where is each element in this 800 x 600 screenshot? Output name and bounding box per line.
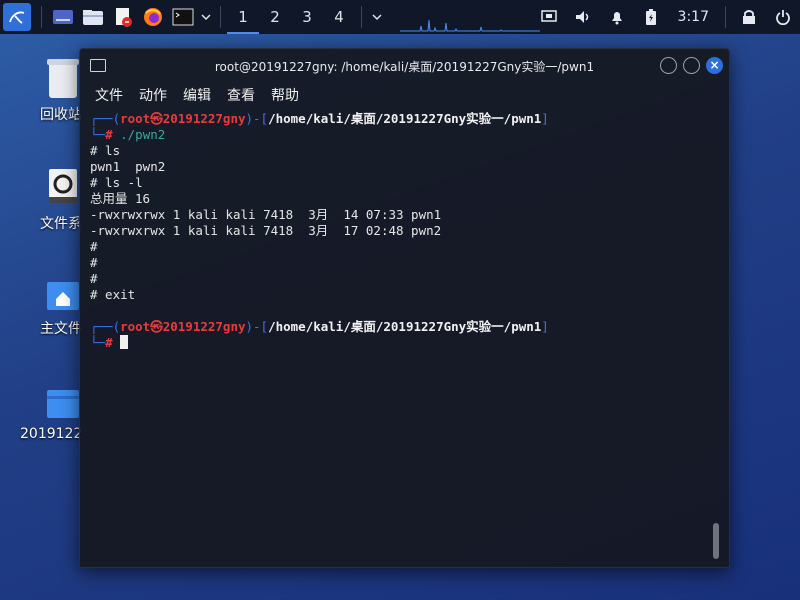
battery-icon[interactable] <box>634 0 668 34</box>
prompt-path: /home/kali/桌面/20191227Gny实验一/pwn1 <box>268 319 542 334</box>
prompt-frame: ] <box>541 319 549 334</box>
output-line: # <box>90 271 98 286</box>
output-line: pwn1 pwn2 <box>90 159 166 174</box>
terminal-titlebar[interactable]: root@20191227gny: /home/kali/桌面/20191227… <box>80 49 729 83</box>
prompt-frame: ] <box>541 111 549 126</box>
menu-actions[interactable]: 动作 <box>139 85 167 105</box>
terminal-output[interactable]: ┌──(root㉿20191227gny)-[/home/kali/桌面/201… <box>90 111 715 567</box>
desktop-folder-label: 2019122 <box>20 426 83 442</box>
top-panel: 1 2 3 4 3:17 <box>0 0 800 34</box>
panel-separator <box>725 6 726 28</box>
text-cursor <box>120 335 129 349</box>
terminal-window[interactable]: root@20191227gny: /home/kali/桌面/20191227… <box>79 48 730 568</box>
menu-file[interactable]: 文件 <box>95 85 123 105</box>
menu-edit[interactable]: 编辑 <box>183 85 211 105</box>
maximize-button[interactable] <box>683 57 700 74</box>
volume-icon[interactable] <box>566 0 600 34</box>
prompt-frame: └─ <box>90 127 106 142</box>
output-line: # <box>90 255 98 270</box>
desktop-filesystem[interactable]: 文件系 <box>0 165 82 233</box>
workspace-1[interactable]: 1 <box>227 0 259 34</box>
desktop-home[interactable]: 主文件 <box>0 278 82 338</box>
prompt-user: root㉿20191227gny <box>120 319 246 334</box>
firefox-icon[interactable] <box>138 0 168 34</box>
menu-view[interactable]: 查看 <box>227 85 255 105</box>
window-title: root@20191227gny: /home/kali/桌面/20191227… <box>214 60 595 74</box>
prompt-symbol: # <box>105 335 113 350</box>
drive-icon <box>49 169 77 203</box>
menu-help[interactable]: 帮助 <box>271 85 299 105</box>
clock[interactable]: 3:17 <box>668 9 719 25</box>
folder-icon <box>47 390 79 418</box>
file-manager-icon[interactable] <box>78 0 108 34</box>
workspace-3[interactable]: 3 <box>291 0 323 34</box>
prompt-user: root㉿20191227gny <box>120 111 246 126</box>
output-line: -rwxrwxrwx 1 kali kali 7418 3月 14 07:33 … <box>90 207 442 222</box>
chevron-down-icon[interactable] <box>198 0 214 34</box>
lock-icon[interactable] <box>732 0 766 34</box>
panel-separator <box>361 6 362 28</box>
power-icon[interactable] <box>766 0 800 34</box>
desktop-trash[interactable]: 回收站 <box>0 56 82 124</box>
terminal-icon[interactable] <box>168 0 198 34</box>
output-line: # <box>90 239 98 254</box>
prompt-frame: )-[ <box>245 111 269 126</box>
prompt-frame: ┌──( <box>90 319 121 334</box>
desktop-folder[interactable]: 2019122 <box>0 386 83 442</box>
output-line: -rwxrwxrwx 1 kali kali 7418 3月 17 02:48 … <box>90 223 442 238</box>
panel-separator <box>41 6 42 28</box>
terminal-menubar: 文件 动作 编辑 查看 帮助 <box>80 83 729 107</box>
minimize-button[interactable] <box>660 57 677 74</box>
notification-bell-icon[interactable] <box>600 0 634 34</box>
output-line: # ls <box>90 143 121 158</box>
show-desktop-icon[interactable] <box>48 0 78 34</box>
workspace-2[interactable]: 2 <box>259 0 291 34</box>
desktop-filesystem-label: 文件系 <box>40 216 82 232</box>
output-line: # exit <box>90 287 136 302</box>
output-line: 总用量 16 <box>90 191 151 206</box>
network-activity-graph <box>400 19 540 32</box>
scrollbar[interactable] <box>713 523 719 559</box>
prompt-path: /home/kali/桌面/20191227Gny实验一/pwn1 <box>268 111 542 126</box>
kali-menu-icon[interactable] <box>3 3 31 31</box>
desktop-trash-label: 回收站 <box>40 107 82 123</box>
prompt-frame: ┌──( <box>90 111 121 126</box>
trash-icon <box>47 59 79 98</box>
command-text: ./pwn2 <box>120 127 166 142</box>
prompt-frame: )-[ <box>245 319 269 334</box>
home-folder-icon <box>47 282 79 310</box>
prompt-symbol: # <box>105 127 113 142</box>
panel-separator <box>220 6 221 28</box>
text-editor-icon[interactable] <box>108 0 138 34</box>
close-button[interactable]: × <box>706 57 723 74</box>
system-tray: 3:17 <box>532 0 800 34</box>
network-icon[interactable] <box>532 0 566 34</box>
output-line: # ls -l <box>90 175 143 190</box>
prompt-frame: └─ <box>90 335 106 350</box>
workspace-chevron-icon[interactable] <box>368 0 386 34</box>
workspace-4[interactable]: 4 <box>323 0 355 34</box>
desktop-home-label: 主文件 <box>40 321 82 337</box>
